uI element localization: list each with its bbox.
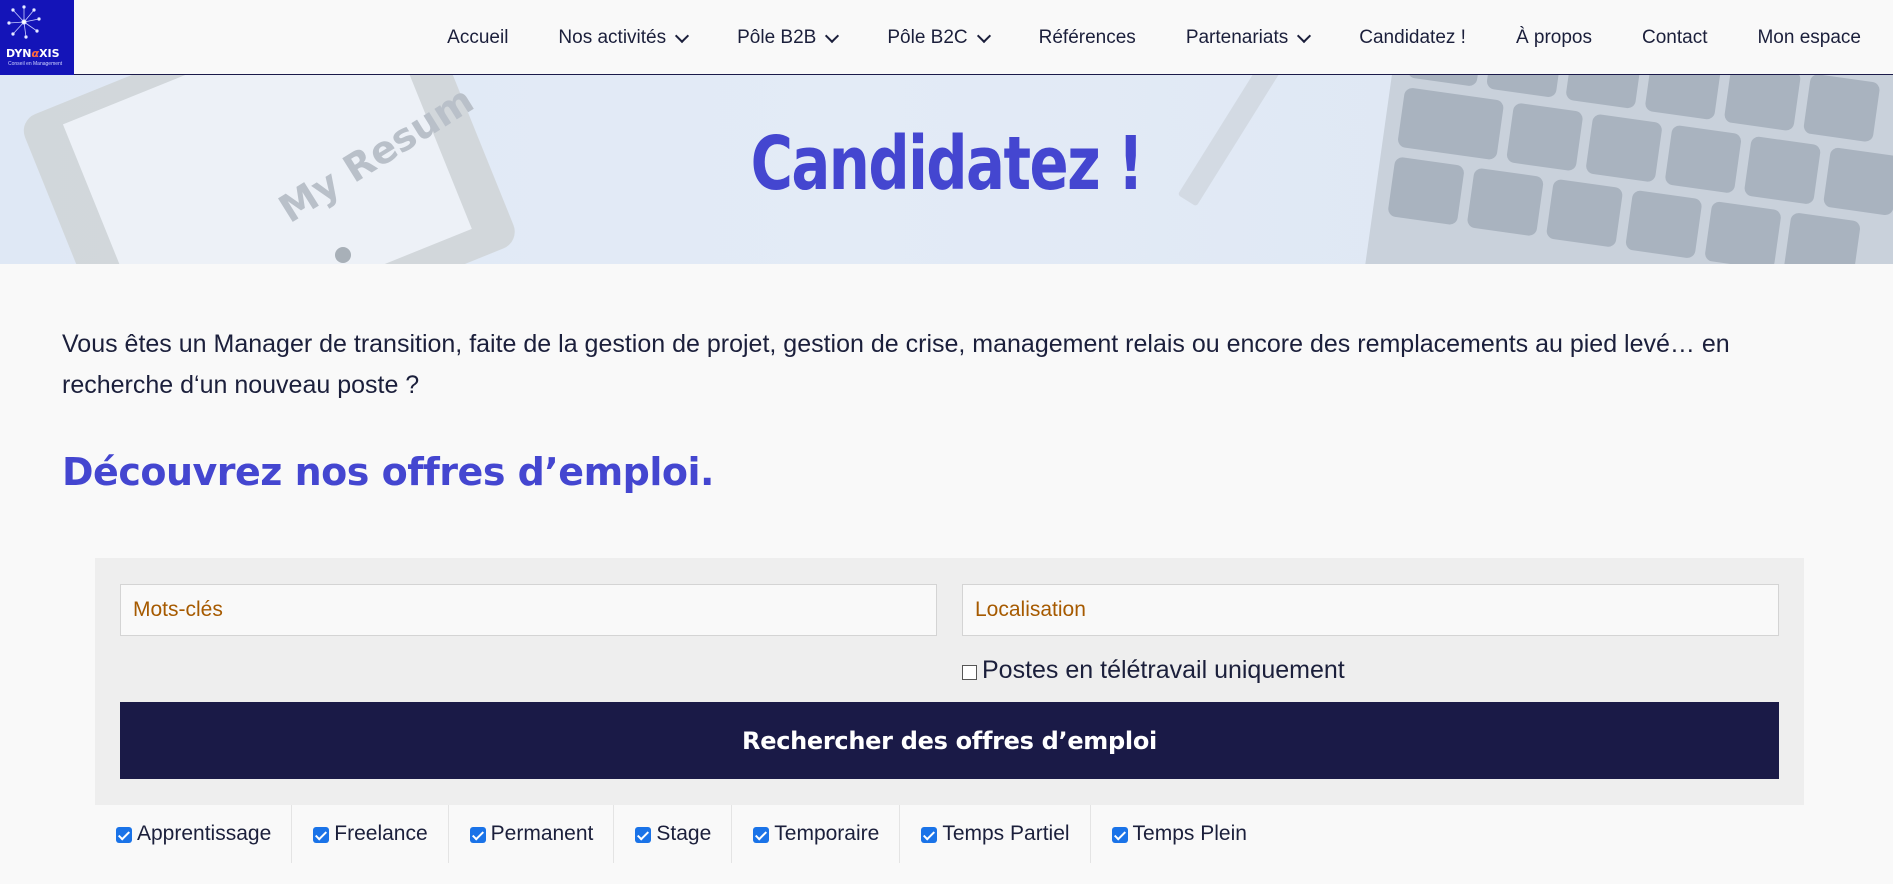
checkbox-checked[interactable] xyxy=(313,827,330,843)
remote-only-checkbox[interactable] xyxy=(962,664,977,680)
job-type-temps-plein[interactable]: Temps Plein xyxy=(1091,805,1267,863)
nav-item-references[interactable]: Références xyxy=(1039,27,1136,49)
job-type-permanent[interactable]: Permanent xyxy=(449,805,615,863)
nav-item-a-propos[interactable]: À propos xyxy=(1516,27,1592,49)
offers-heading: Découvrez nos offres d’emploi. xyxy=(62,450,714,494)
page-title: Candidatez ! xyxy=(750,121,1144,207)
checkbox-checked[interactable] xyxy=(469,827,486,843)
nav-item-candidatez[interactable]: Candidatez ! xyxy=(1359,27,1466,49)
checkbox-checked[interactable] xyxy=(753,827,770,843)
job-search-form: Mots-clés Localisation Postes en télétra… xyxy=(95,558,1804,805)
dynaxis-logo[interactable]: DYNαXIS Conseil en Management xyxy=(0,0,74,75)
main-nav: Accueil Nos activités Pôle B2B Pôle B2C … xyxy=(397,0,1861,75)
chevron-down-icon xyxy=(1297,28,1312,43)
checkbox-checked[interactable] xyxy=(116,827,132,843)
chevron-down-icon xyxy=(675,28,690,43)
job-type-filters: Apprentissage Freelance Permanent Stage … xyxy=(95,805,1804,863)
job-type-apprentissage[interactable]: Apprentissage xyxy=(95,805,293,863)
chevron-down-icon xyxy=(976,28,991,43)
logo-wordmark: DYNαXIS xyxy=(6,47,60,60)
nav-item-contact[interactable]: Contact xyxy=(1642,27,1707,49)
dandelion-icon xyxy=(7,5,41,39)
site-header: DYNαXIS Conseil en Management Accueil No… xyxy=(0,0,1893,75)
job-type-temps-partiel[interactable]: Temps Partiel xyxy=(900,805,1091,863)
job-type-freelance[interactable]: Freelance xyxy=(292,805,449,863)
keywords-input[interactable]: Mots-clés xyxy=(120,584,937,636)
logo-tagline: Conseil en Management xyxy=(8,61,63,67)
job-type-temporaire[interactable]: Temporaire xyxy=(732,805,901,863)
remote-only-option[interactable]: Postes en télétravail uniquement xyxy=(962,656,1345,685)
nav-item-mon-espace[interactable]: Mon espace xyxy=(1757,27,1861,49)
job-type-stage[interactable]: Stage xyxy=(614,805,733,863)
checkbox-checked[interactable] xyxy=(1111,827,1128,843)
chevron-down-icon xyxy=(825,28,840,43)
checkbox-checked[interactable] xyxy=(635,827,652,843)
hero-banner: My Resum Candidatez ! xyxy=(0,75,1893,264)
intro-text: Vous êtes un Manager de transition, fait… xyxy=(62,330,1730,399)
location-input[interactable]: Localisation xyxy=(962,584,1779,636)
nav-item-nos-activites[interactable]: Nos activités xyxy=(558,27,690,49)
remote-only-label: Postes en télétravail uniquement xyxy=(982,656,1345,684)
nav-item-pole-b2b[interactable]: Pôle B2B xyxy=(737,27,840,49)
nav-item-accueil[interactable]: Accueil xyxy=(447,27,508,49)
checkbox-checked[interactable] xyxy=(921,827,938,843)
nav-item-partenariats[interactable]: Partenariats xyxy=(1186,27,1312,49)
nav-item-pole-b2c[interactable]: Pôle B2C xyxy=(887,27,991,49)
search-jobs-button[interactable]: Rechercher des offres d’emploi xyxy=(120,702,1779,779)
